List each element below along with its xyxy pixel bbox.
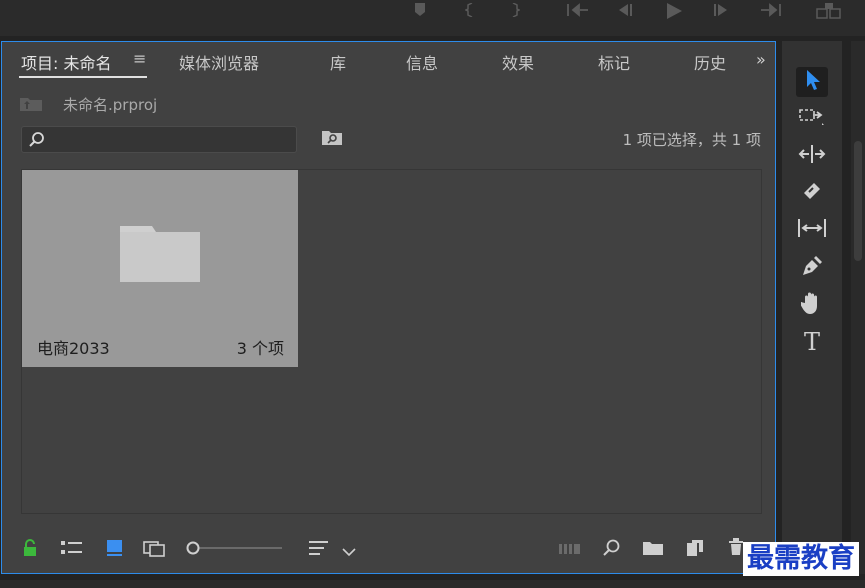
button-editor-icon[interactable] xyxy=(816,3,842,19)
sort-icon[interactable] xyxy=(308,539,330,561)
bin-name: 电商2033 xyxy=(37,339,110,358)
automate-to-sequence-icon[interactable] xyxy=(558,541,582,560)
tab-effects[interactable]: 效果 xyxy=(502,50,534,74)
project-panel: 项目: 未命名 ≡ 媒体浏览器 库 信息 效果 标记 历史 » 未命名.prpr… xyxy=(1,41,776,574)
selection-tool[interactable] xyxy=(796,67,828,97)
folder-icon xyxy=(120,220,200,286)
step-forward-icon[interactable] xyxy=(713,3,731,17)
tab-markers[interactable]: 标记 xyxy=(598,50,630,74)
new-bin-icon[interactable] xyxy=(642,539,664,561)
zoom-slider[interactable] xyxy=(186,540,286,560)
active-tab-indicator xyxy=(19,76,147,78)
mark-in-icon[interactable] xyxy=(465,3,475,17)
bin-up-icon[interactable] xyxy=(19,96,43,116)
new-item-icon[interactable] xyxy=(686,539,704,561)
tab-media-browser[interactable]: 媒体浏览器 xyxy=(179,50,259,74)
mark-out-icon[interactable] xyxy=(510,3,520,17)
icon-view-icon[interactable] xyxy=(106,539,124,561)
search-input[interactable] xyxy=(21,126,297,153)
go-to-out-icon[interactable] xyxy=(760,3,782,17)
track-select-tool[interactable] xyxy=(796,104,828,134)
find-bin-icon[interactable] xyxy=(321,128,343,150)
ripple-edit-icon xyxy=(798,143,826,169)
panel-menu-icon[interactable]: ≡ xyxy=(133,49,146,68)
find-icon[interactable] xyxy=(602,539,622,561)
type-icon: T xyxy=(803,328,820,356)
pen-icon xyxy=(800,254,824,282)
razor-icon xyxy=(800,179,824,207)
hand-icon xyxy=(799,291,823,319)
type-tool[interactable]: T xyxy=(796,327,828,357)
window-bottom-edge xyxy=(0,580,865,588)
tab-info[interactable]: 信息 xyxy=(406,50,438,74)
bin-item-count: 3 个项 xyxy=(236,339,284,358)
bin-card[interactable]: 电商2033 3 个项 xyxy=(22,170,298,367)
add-marker-icon[interactable] xyxy=(414,3,426,17)
panel-footer xyxy=(2,537,775,567)
tab-libraries[interactable]: 库 xyxy=(330,50,346,74)
chevron-down-icon[interactable] xyxy=(342,542,356,561)
ripple-edit-tool[interactable] xyxy=(796,141,828,171)
tab-project[interactable]: 项目: 未命名 xyxy=(21,50,111,74)
panel-tab-bar: 项目: 未命名 ≡ 媒体浏览器 库 信息 效果 标记 历史 » xyxy=(2,42,775,78)
trash-icon[interactable] xyxy=(728,538,744,560)
play-icon[interactable] xyxy=(665,3,683,19)
list-view-icon[interactable] xyxy=(60,540,84,560)
lock-icon[interactable] xyxy=(22,539,38,561)
pen-tool[interactable] xyxy=(796,253,828,283)
watermark-logo: 最需教育 xyxy=(743,542,859,576)
razor-tool[interactable] xyxy=(796,178,828,208)
hand-tool[interactable] xyxy=(796,290,828,320)
more-tabs-icon[interactable]: » xyxy=(756,50,766,69)
transport-bar xyxy=(0,0,865,36)
tools-scrollbar[interactable] xyxy=(851,41,865,574)
tab-history[interactable]: 历史 xyxy=(694,50,726,74)
search-icon xyxy=(28,131,46,153)
tools-panel: T xyxy=(782,41,842,574)
go-to-in-icon[interactable] xyxy=(567,3,589,17)
bin-icon-view: 电商2033 3 个项 xyxy=(21,169,762,514)
scroll-thumb[interactable] xyxy=(854,141,862,261)
selection-status: 1 项已选择，共 1 项 xyxy=(622,131,761,149)
track-select-icon xyxy=(799,107,825,131)
project-file-name: 未命名.prproj xyxy=(63,96,158,114)
slip-icon xyxy=(797,217,827,243)
tab-history-clip: 历史 xyxy=(690,42,726,78)
slip-tool[interactable] xyxy=(796,215,828,245)
step-back-icon[interactable] xyxy=(616,3,634,17)
arrow-icon xyxy=(804,69,820,95)
freeform-view-icon[interactable] xyxy=(143,539,171,561)
